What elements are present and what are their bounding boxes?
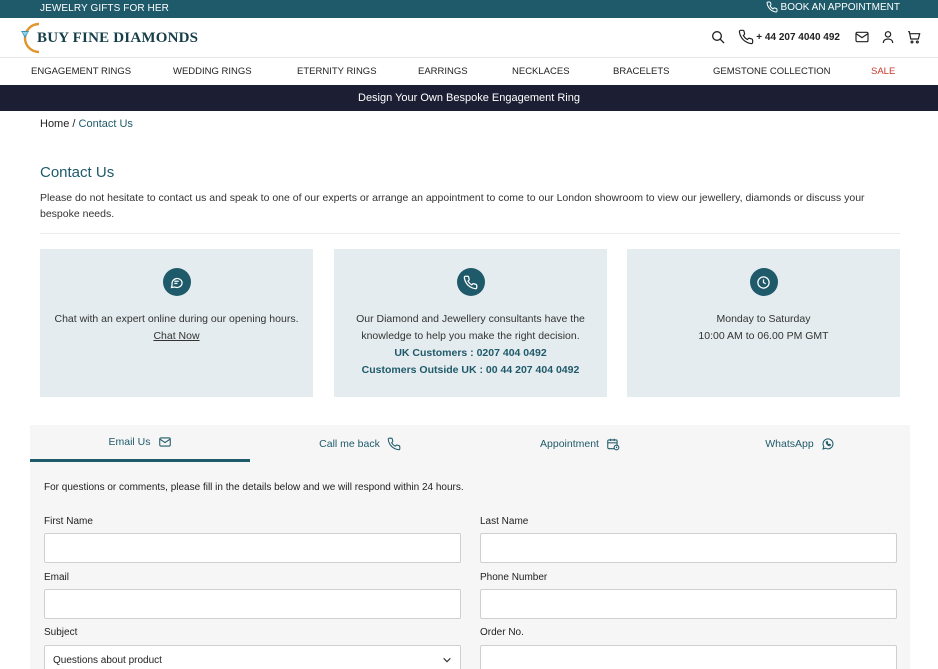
nav-item-sale[interactable]: SALE xyxy=(871,66,895,77)
email-input[interactable] xyxy=(44,589,461,619)
chevron-down-icon xyxy=(442,655,452,665)
tab-appointment[interactable]: Appointment xyxy=(470,425,690,462)
mail-icon xyxy=(158,435,172,449)
nav-item-wedding-rings[interactable]: WEDDING RINGS xyxy=(173,66,252,77)
email-label: Email xyxy=(44,572,70,583)
phone-card: Our Diamond and Jewellery consultants ha… xyxy=(334,249,607,397)
breadcrumb-current: Contact Us xyxy=(78,118,133,130)
phone-number-input[interactable] xyxy=(480,589,897,619)
phone-card-text: Our Diamond and Jewellery consultants ha… xyxy=(356,313,585,342)
tab-whatsapp[interactable]: WhatsApp xyxy=(690,425,910,462)
subject-select[interactable]: Questions about product xyxy=(44,645,461,669)
hours-card: Monday to Saturday 10:00 AM to 06.00 PM … xyxy=(627,249,900,397)
top-bar: JEWELRY GIFTS FOR HER BOOK AN APPOINTMEN… xyxy=(0,0,938,18)
uk-customers-phone[interactable]: UK Customers : 0207 404 0492 xyxy=(342,345,599,362)
nav-item-earrings[interactable]: EARRINGS xyxy=(418,66,468,77)
tab-email-us[interactable]: Email Us xyxy=(30,425,250,462)
tab-email-us-label: Email Us xyxy=(108,436,151,448)
subject-label: Subject xyxy=(44,627,78,638)
breadcrumb-home[interactable]: Home xyxy=(40,118,69,130)
main-nav: ENGAGEMENT RINGS WEDDING RINGS ETERNITY … xyxy=(0,58,938,84)
header-phone-number: + 44 207 4040 492 xyxy=(756,31,840,43)
promo-banner-text: Design Your Own Bespoke Engagement Ring xyxy=(358,92,580,104)
mail-icon[interactable] xyxy=(854,29,870,45)
chat-icon xyxy=(162,268,191,296)
opening-days: Monday to Saturday xyxy=(716,313,811,325)
search-icon[interactable] xyxy=(710,29,726,45)
last-name-input[interactable] xyxy=(480,533,897,563)
book-appointment-label: BOOK AN APPOINTMENT xyxy=(780,1,900,13)
contact-form-panel: Email Us Call me back Appointment WhatsA… xyxy=(30,425,910,669)
promo-banner[interactable]: Design Your Own Bespoke Engagement Ring xyxy=(0,85,938,111)
order-number-input[interactable] xyxy=(480,645,897,669)
header-phone[interactable]: + 44 207 4040 492 xyxy=(738,29,840,45)
nav-item-engagement-rings[interactable]: ENGAGEMENT RINGS xyxy=(31,66,131,77)
chat-now-link[interactable]: Chat Now xyxy=(153,330,199,342)
phone-number-label: Phone Number xyxy=(480,572,548,583)
nav-item-eternity-rings[interactable]: ETERNITY RINGS xyxy=(297,66,377,77)
user-icon[interactable] xyxy=(880,29,896,45)
logo-text: BUY FINE DIAMONDS xyxy=(37,29,199,46)
first-name-label: First Name xyxy=(44,516,93,527)
tab-call-me-back[interactable]: Call me back xyxy=(250,425,470,462)
form-instructions: For questions or comments, please fill i… xyxy=(44,482,464,493)
header-actions: + 44 207 4040 492 xyxy=(710,29,922,45)
order-number-label: Order No. xyxy=(480,627,524,638)
book-appointment-link[interactable]: BOOK AN APPOINTMENT xyxy=(766,1,900,13)
breadcrumb: Home / Contact Us xyxy=(40,118,133,130)
nav-item-necklaces[interactable]: NECKLACES xyxy=(512,66,570,77)
chat-card-text: Chat with an expert online during our op… xyxy=(54,313,299,325)
promo-link[interactable]: JEWELRY GIFTS FOR HER xyxy=(40,3,169,14)
site-header: BUY FINE DIAMONDS + 44 207 4040 492 xyxy=(0,18,938,58)
tab-appointment-label: Appointment xyxy=(540,437,599,450)
nav-item-bracelets[interactable]: BRACELETS xyxy=(613,66,670,77)
nav-item-gemstone-collection[interactable]: GEMSTONE COLLECTION xyxy=(713,66,831,77)
chat-card: Chat with an expert online during our op… xyxy=(40,249,313,397)
tab-whatsapp-label: WhatsApp xyxy=(765,437,814,450)
clock-icon xyxy=(749,268,778,296)
breadcrumb-separator: / xyxy=(69,118,79,130)
international-customers-phone[interactable]: Customers Outside UK : 00 44 207 404 049… xyxy=(342,362,599,379)
logo[interactable]: BUY FINE DIAMONDS xyxy=(17,21,198,55)
phone-icon xyxy=(738,29,754,45)
subject-selected-value: Questions about product xyxy=(53,654,162,666)
tab-call-me-back-label: Call me back xyxy=(319,437,380,450)
first-name-input[interactable] xyxy=(44,533,461,563)
divider xyxy=(40,233,900,234)
cart-icon[interactable] xyxy=(906,29,922,45)
phone-icon xyxy=(766,1,778,13)
calendar-icon xyxy=(606,437,620,451)
opening-hours: 10:00 AM to 06.00 PM GMT xyxy=(698,330,829,342)
phone-icon xyxy=(456,268,485,296)
page-title: Contact Us xyxy=(40,164,115,181)
whatsapp-icon xyxy=(821,437,835,451)
last-name-label: Last Name xyxy=(480,516,529,527)
phone-icon xyxy=(387,437,401,451)
intro-text: Please do not hesitate to contact us and… xyxy=(40,192,865,220)
